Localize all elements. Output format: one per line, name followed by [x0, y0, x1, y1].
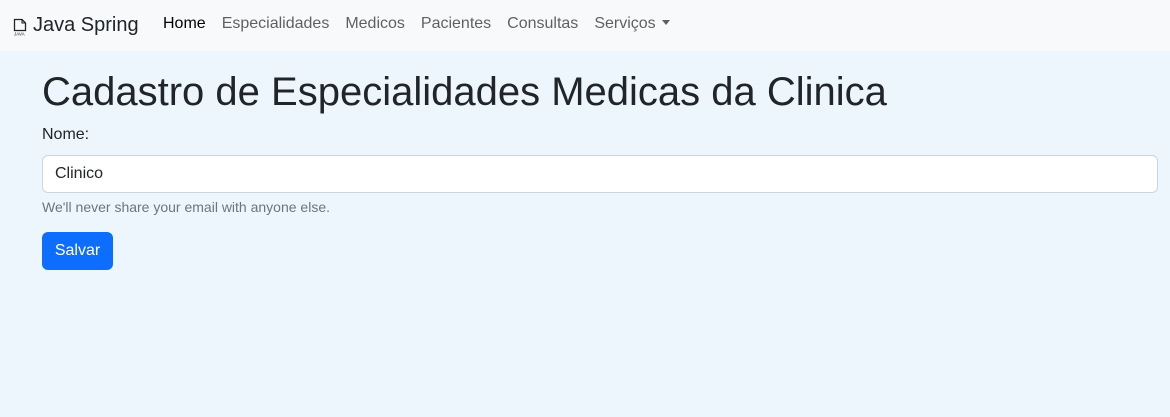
- java-logo-icon: JAVA: [13, 18, 27, 36]
- caret-down-icon: [661, 20, 670, 25]
- navbar-nav: Home Especialidades Medicos Pacientes Co…: [155, 14, 678, 34]
- nav-item-home[interactable]: Home: [155, 14, 214, 34]
- nav-item-medicos[interactable]: Medicos: [337, 14, 413, 34]
- nav-item-pacientes[interactable]: Pacientes: [413, 14, 499, 34]
- nav-item-consultas[interactable]: Consultas: [499, 14, 586, 34]
- svg-text:JAVA: JAVA: [14, 31, 25, 36]
- nav-item-servicos-label: Serviços: [594, 15, 656, 32]
- navbar: JAVA Java Spring Home Especialidades Med…: [0, 0, 1170, 51]
- nav-item-servicos-dropdown[interactable]: Serviços: [586, 14, 677, 34]
- name-input[interactable]: [42, 155, 1158, 193]
- brand-label: Java Spring: [33, 13, 139, 36]
- nav-item-especialidades[interactable]: Especialidades: [214, 14, 338, 34]
- save-button[interactable]: Salvar: [42, 232, 113, 270]
- name-label: Nome:: [42, 126, 90, 143]
- navbar-brand[interactable]: JAVA Java Spring: [13, 12, 139, 38]
- page-title: Cadastro de Especialidades Medicas da Cl…: [42, 70, 887, 114]
- help-text: We'll never share your email with anyone…: [42, 199, 330, 215]
